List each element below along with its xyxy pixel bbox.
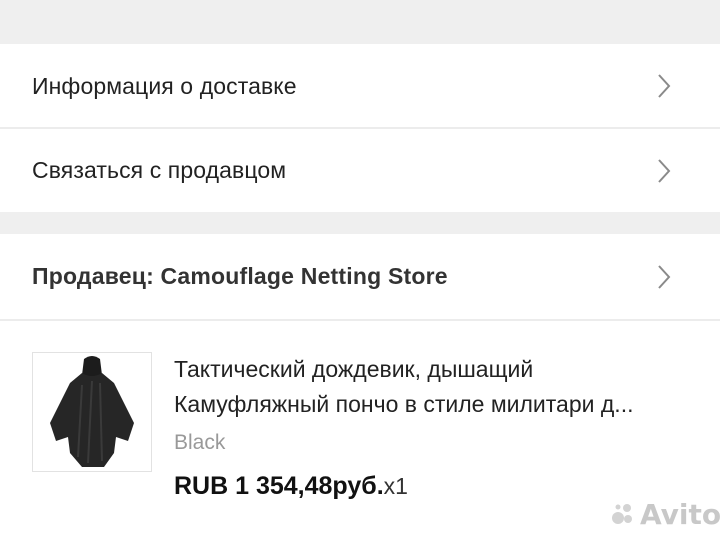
price-line: RUB 1 354,48руб.x1 bbox=[174, 472, 408, 501]
avito-watermark: Avito bbox=[610, 496, 720, 532]
chevron-right-icon bbox=[652, 262, 676, 292]
product-quantity: x1 bbox=[383, 473, 408, 499]
chevron-right-icon bbox=[652, 156, 676, 186]
section-gap bbox=[0, 212, 720, 234]
product-title-line-1: Тактический дождевик, дышащий bbox=[174, 356, 534, 382]
delivery-info-label: Информация о доставке bbox=[32, 72, 297, 99]
contact-seller-row[interactable]: Связаться с продавцом bbox=[0, 129, 720, 212]
product-title[interactable]: Тактический дождевик, дышащий Камуфляжны… bbox=[174, 352, 694, 422]
watermark-text: Avito bbox=[640, 497, 720, 531]
product-price: RUB 1 354,48руб. bbox=[174, 472, 384, 500]
poncho-image-icon bbox=[50, 356, 134, 467]
product-variant: Black bbox=[174, 431, 226, 454]
contact-seller-label: Связаться с продавцом bbox=[32, 157, 287, 183]
product-thumbnail[interactable] bbox=[32, 352, 152, 472]
product-title-line-2: Камуфляжный пончо в стиле милитари д... bbox=[174, 391, 634, 417]
seller-label: Продавец: Camouflage Netting Store bbox=[32, 263, 448, 289]
chevron-right-icon bbox=[652, 71, 676, 101]
seller-row[interactable]: Продавец: Camouflage Netting Store bbox=[0, 234, 720, 319]
avito-logo-icon bbox=[612, 504, 632, 524]
delivery-info-row[interactable]: Информация о доставке bbox=[0, 44, 720, 128]
top-gap bbox=[0, 0, 720, 44]
